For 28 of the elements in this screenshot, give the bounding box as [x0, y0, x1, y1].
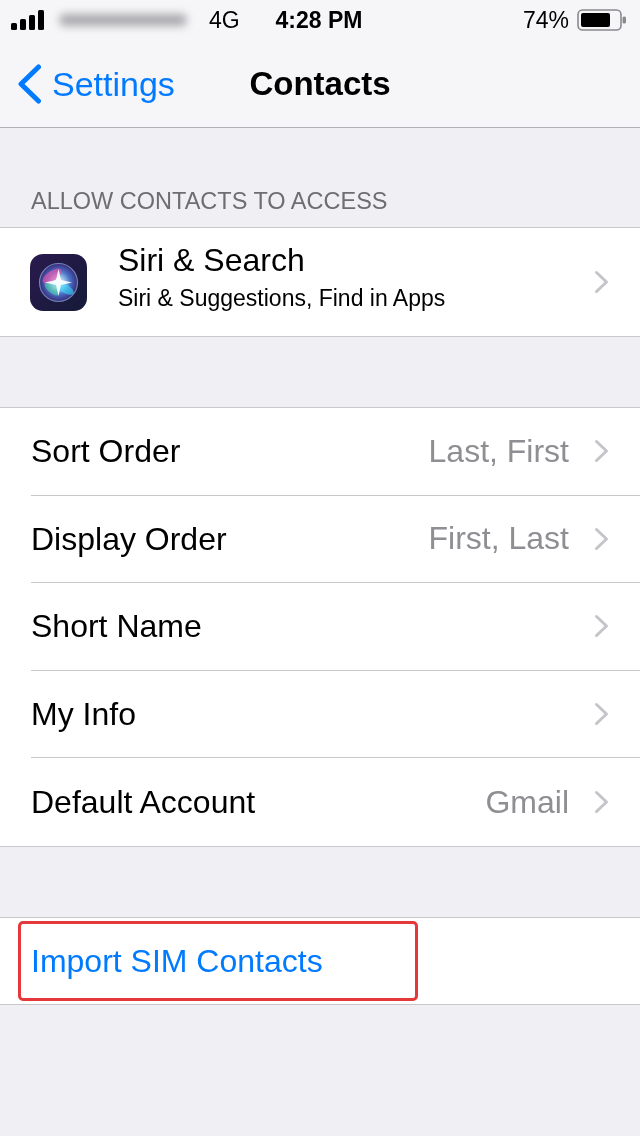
settings-row[interactable]: Short Name	[0, 583, 640, 671]
settings-row[interactable]: My Info	[0, 670, 640, 759]
battery-percentage: 74%	[522, 6, 569, 34]
settings-row[interactable]: Import SIM Contacts	[0, 917, 640, 1004]
settings-row[interactable]: Siri & Search Siri & Suggestions, Find in Apps	[0, 228, 640, 336]
row-label: My Info	[31, 695, 136, 734]
row-title: Siri & Search	[118, 244, 305, 276]
row-value: First, Last	[428, 520, 569, 558]
network-type: 4G	[209, 6, 240, 34]
row-label: Sort Order	[31, 432, 181, 471]
status-time: 4:28 PM	[275, 6, 363, 34]
section-header: ALLOW CONTACTS TO ACCESS	[31, 187, 388, 215]
back-button[interactable]: Settings	[17, 63, 175, 104]
row-label: Display Order	[31, 519, 227, 558]
row-label: Short Name	[31, 607, 202, 646]
settings-row[interactable]: Display Order First, Last	[0, 495, 640, 584]
row-value: Last, First	[428, 432, 569, 470]
back-chevron-icon	[17, 63, 42, 104]
action-label: Import SIM Contacts	[31, 941, 323, 980]
settings-row[interactable]: Default Account Gmail	[0, 758, 640, 846]
signal-icon	[11, 10, 45, 30]
settings-row[interactable]: Sort Order Last, First	[0, 408, 640, 496]
row-value: Gmail	[485, 783, 569, 821]
orb-app-icon	[30, 253, 87, 311]
row-subtitle: Siri & Suggestions, Find in Apps	[118, 284, 446, 312]
row-label: Default Account	[31, 783, 256, 822]
screen-title: Contacts	[249, 64, 391, 103]
battery-icon	[577, 9, 627, 31]
